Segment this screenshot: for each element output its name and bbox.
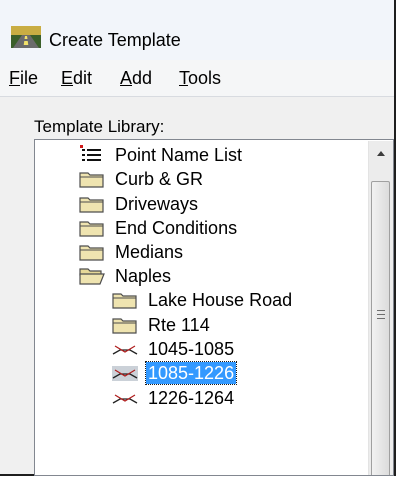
- tree-item-label: Lake House Road: [148, 290, 293, 310]
- tree-item-label: Curb & GR: [115, 169, 204, 189]
- template-library-label: Template Library:: [34, 117, 165, 136]
- scroll-grip-icon: [377, 310, 385, 319]
- folder-open-icon: [79, 268, 105, 285]
- point-name-list-icon: [80, 145, 101, 161]
- folder-icon: [79, 172, 104, 188]
- tree-item-label: 1226-1264: [148, 388, 235, 408]
- folder-icon: [112, 293, 137, 309]
- template-icon: [112, 394, 138, 404]
- tree-item-rte-114[interactable]: Rte 114: [112, 313, 212, 337]
- template-icon: [112, 345, 138, 355]
- tree-item-label: Medians: [115, 242, 184, 262]
- tree-item-label: 1085-1226: [144, 361, 238, 385]
- menu-file[interactable]: File: [9, 68, 38, 89]
- folder-icon: [79, 197, 104, 213]
- vertical-scrollbar[interactable]: [368, 141, 393, 475]
- tree-item-label: Driveways: [115, 194, 199, 214]
- menu-edit[interactable]: Edit: [61, 68, 92, 89]
- tree-item-label: Naples: [115, 266, 172, 286]
- menu-tools[interactable]: Tools: [179, 68, 221, 89]
- tree-item-naples[interactable]: Naples: [79, 264, 173, 288]
- folder-icon: [79, 245, 104, 261]
- tree-item-lake-house-road[interactable]: Lake House Road: [112, 288, 294, 312]
- tree-item-driveways[interactable]: Driveways: [79, 192, 200, 216]
- tree-item-1045-1085[interactable]: 1045-1085: [112, 337, 236, 361]
- tree-item-1085-1226[interactable]: 1085-1226: [112, 361, 238, 385]
- tree-item-point-name-list[interactable]: Point Name List: [79, 143, 244, 167]
- tree-item-label: Rte 114: [148, 315, 210, 335]
- tree-item-label: 1045-1085: [148, 339, 235, 359]
- scroll-thumb[interactable]: [371, 181, 390, 475]
- app-road-icon: [11, 26, 41, 48]
- title-bar[interactable]: Create Template: [0, 0, 394, 60]
- tree-item-medians[interactable]: Medians: [79, 240, 185, 264]
- tree-item-end-conditions[interactable]: End Conditions: [79, 216, 239, 240]
- tree-item-label: End Conditions: [115, 218, 238, 238]
- tree-item-curb-gr[interactable]: Curb & GR: [79, 167, 205, 191]
- folder-icon: [79, 221, 104, 237]
- folder-icon: [112, 318, 137, 334]
- tree-item-1226-1264[interactable]: 1226-1264: [112, 386, 236, 410]
- menu-add[interactable]: Add: [120, 68, 152, 89]
- window-title: Create Template: [49, 30, 181, 50]
- menu-bar: File Edit Add Tools: [0, 60, 394, 97]
- scroll-up-arrow-icon[interactable]: [369, 141, 393, 165]
- template-icon: [112, 366, 138, 381]
- template-library-tree[interactable]: Point Name List Curb & GR Driveways End …: [34, 139, 394, 476]
- create-template-window: Create Template File Edit Add Tools Temp…: [0, 0, 396, 476]
- tree-item-label: Point Name List: [115, 145, 243, 165]
